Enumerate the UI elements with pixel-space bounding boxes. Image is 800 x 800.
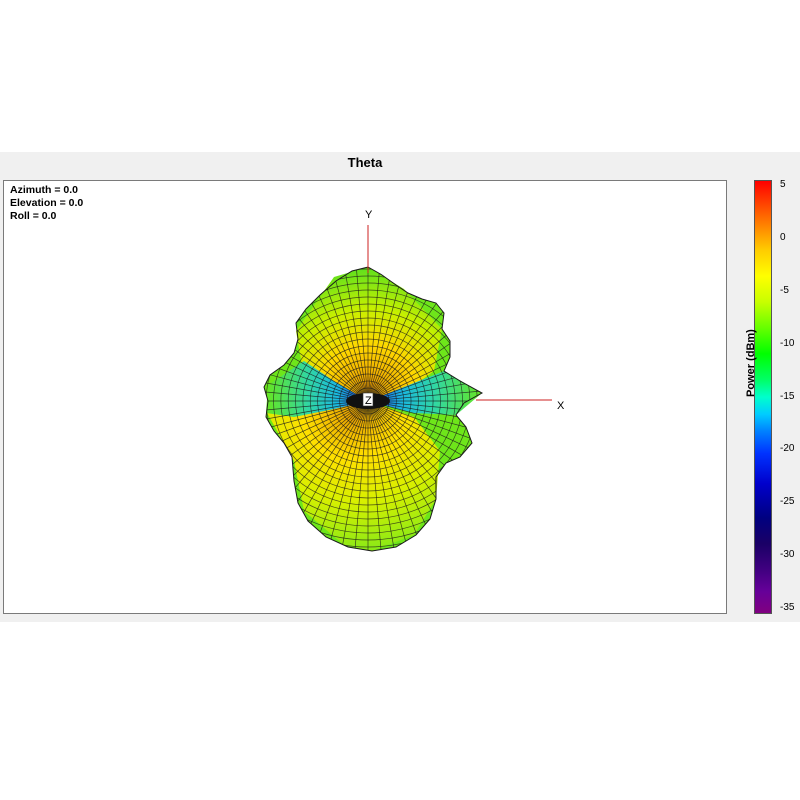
colorbar-tick: -5: [780, 284, 789, 296]
colorbar-tick: -35: [780, 602, 795, 613]
colorbar-tick: 5: [780, 179, 786, 190]
roll-readout: Roll = 0.0: [10, 210, 57, 222]
x-axis-label: X: [557, 400, 565, 412]
chart-title: Theta: [347, 155, 383, 170]
azimuth-readout: Azimuth = 0.0: [10, 184, 78, 196]
colorbar-tick: -15: [780, 390, 795, 402]
y-axis-label: Y: [365, 209, 373, 221]
radiation-pattern-plot: Y X Z: [263, 209, 565, 552]
colorbar-tick: -30: [780, 549, 795, 561]
z-axis-label: Z: [365, 395, 372, 407]
colorbar-tick: -10: [780, 337, 795, 349]
colorbar-tick: -20: [780, 443, 795, 455]
plot-area[interactable]: Y X Z Azimuth = 0.0 Elevation = 0.0 Roll =…: [3, 180, 727, 614]
orientation-readout: Azimuth = 0.0 Elevation = 0.0 Roll = 0.0: [10, 184, 83, 223]
elevation-readout: Elevation = 0.0: [10, 197, 84, 209]
colorbar-tick: -25: [780, 496, 795, 508]
colorbar-tick: 0: [780, 231, 786, 243]
colorbar-label: Power (dBm): [745, 329, 757, 397]
colorbar: [754, 180, 772, 614]
